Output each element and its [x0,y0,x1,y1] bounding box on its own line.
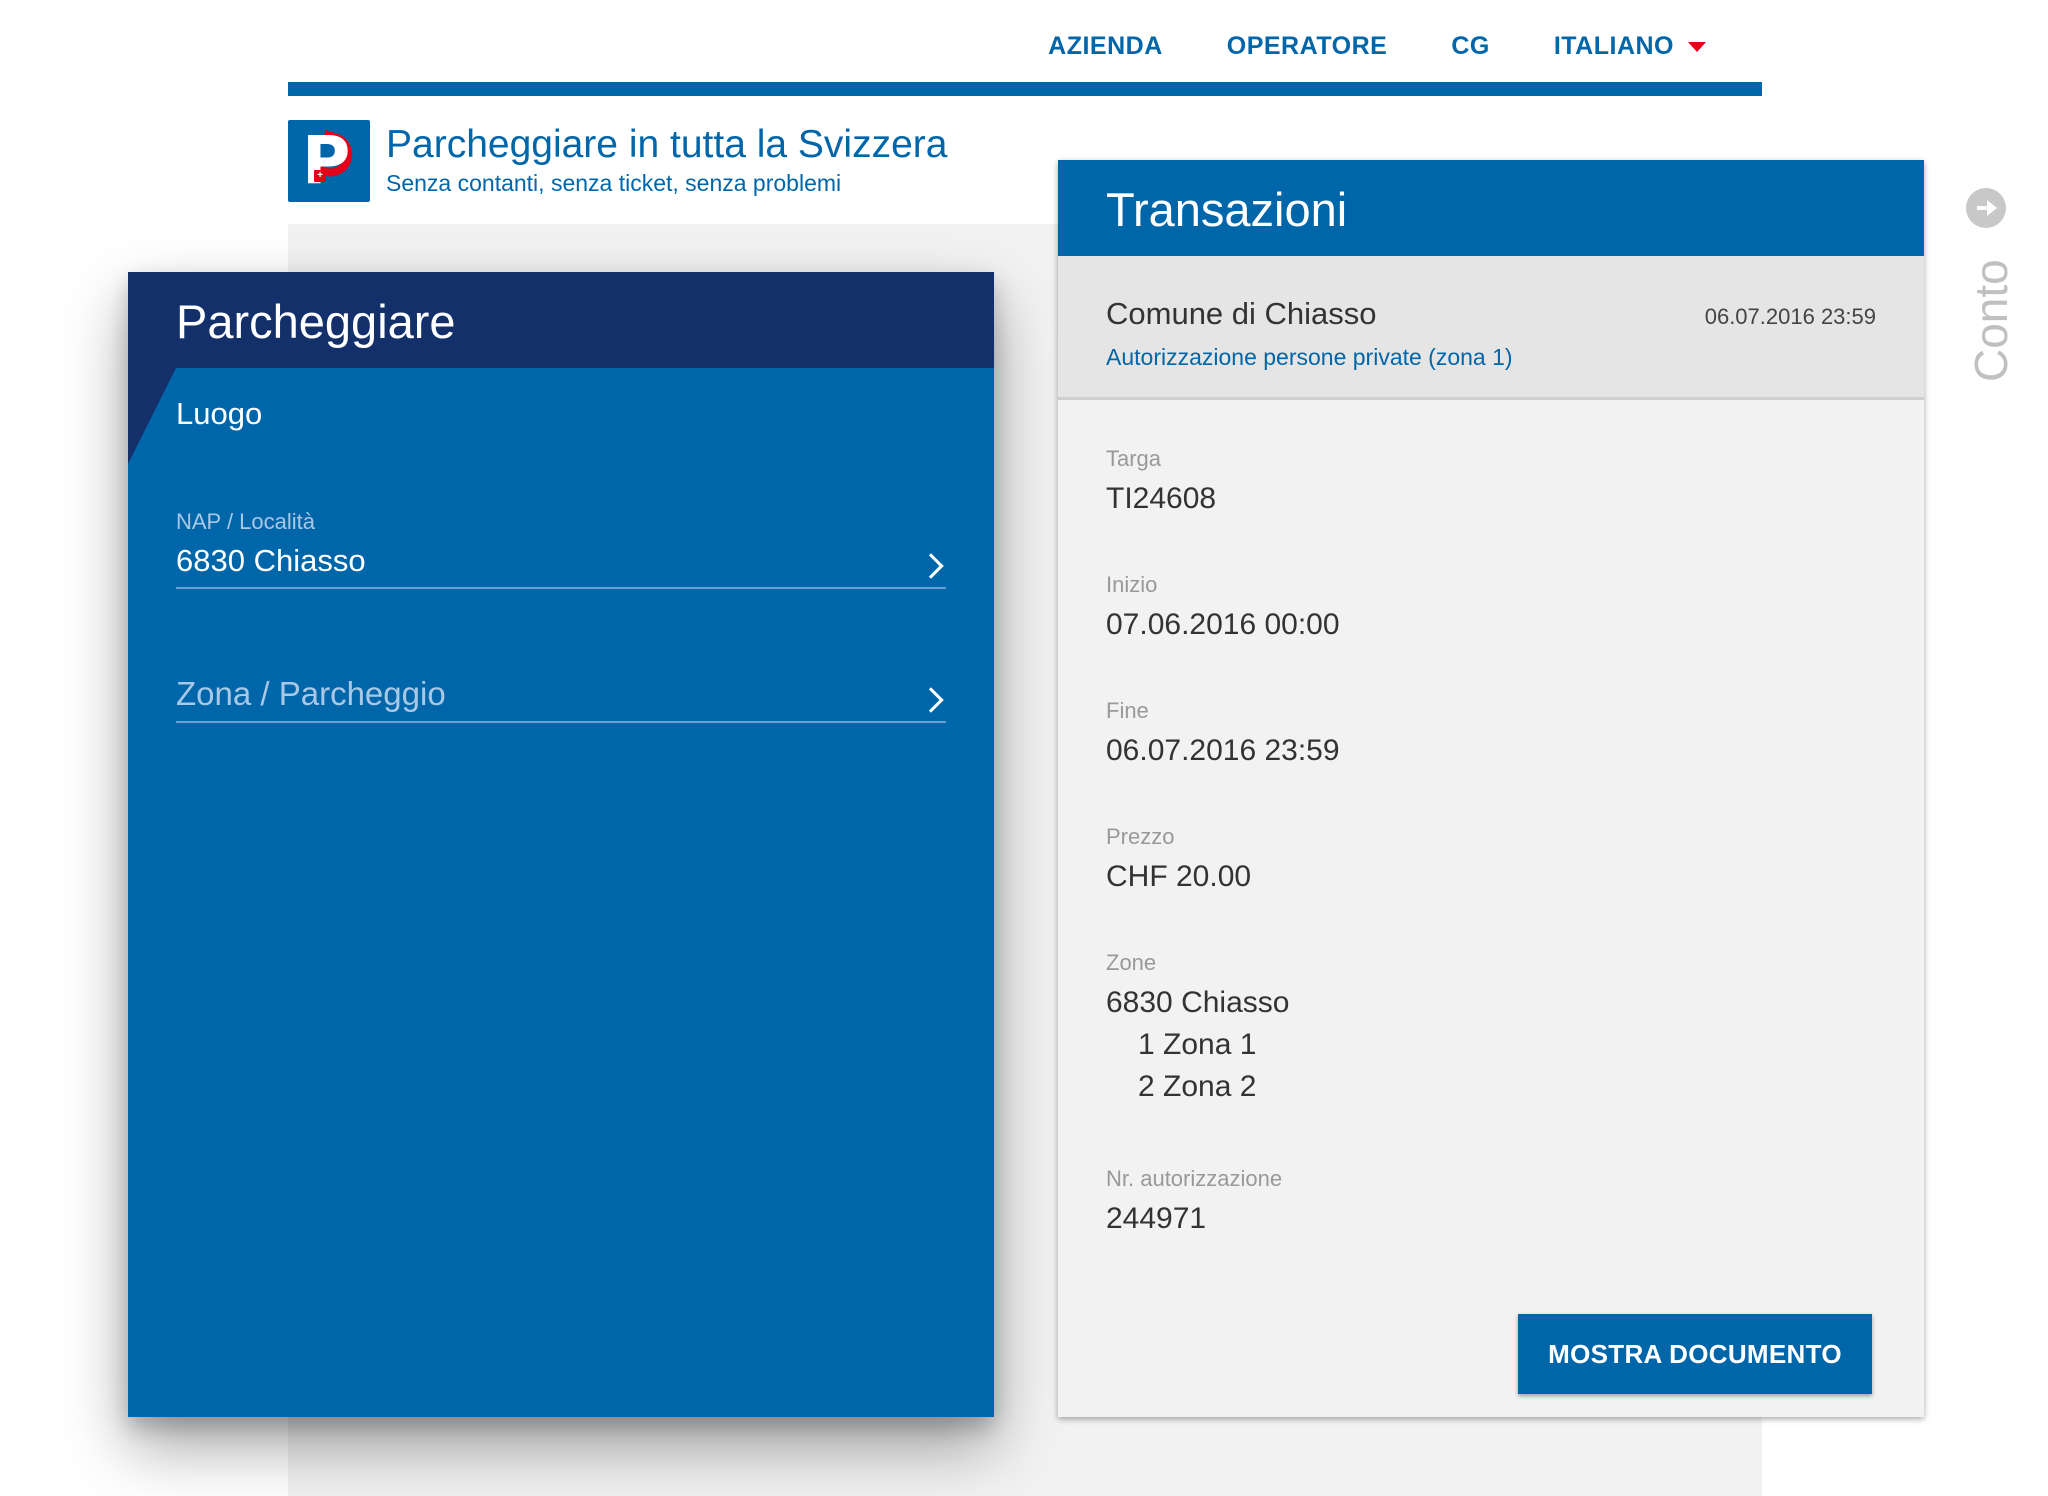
arrow-head [1987,200,1997,216]
nav-links: AZIENDA OPERATORE CG ITALIANO [1048,32,1706,61]
caret-down-icon [1688,41,1706,52]
brand-text: Parcheggiare in tutta la Svizzera Senza … [386,120,947,202]
language-label: ITALIANO [1553,32,1674,60]
language-selector[interactable]: ITALIANO [1554,32,1706,61]
nav-azienda[interactable]: AZIENDA [1048,32,1163,61]
account-tab[interactable]: Conto [1965,256,2017,386]
end-label: Fine [1106,698,1149,723]
zones-value: 6830 Chiasso [1106,986,1290,1019]
parking-title: Parcheggiare [128,272,994,368]
plate-value: TI24608 [1106,482,1217,515]
auth-value: 244971 [1106,1202,1207,1235]
detail-start: Inizio 07.06.2016 00:00 [1106,572,1806,642]
zone-item: 2 Zona 2 [1138,1070,1257,1103]
zones-label: Zone [1106,950,1157,975]
nav-operatore[interactable]: OPERATORE [1227,32,1388,61]
zone-placeholder: Zona / Parcheggio [176,675,446,712]
start-label: Inizio [1106,572,1158,597]
brand: P + Parcheggiare in tutta la Svizzera Se… [288,120,947,202]
parking-card: Parcheggiare Luogo NAP / Località 6830 C… [128,272,994,1417]
logo-letter-mark: P [302,122,351,199]
page: AZIENDA OPERATORE CG ITALIANO P + Parche… [0,0,2048,1496]
start-value: 07.06.2016 00:00 [1106,608,1340,641]
detail-end: Fine 06.07.2016 23:59 [1106,698,1806,768]
arrow-right-circle-icon[interactable] [1966,188,2006,228]
transaction-date: 06.07.2016 23:59 [1704,304,1876,329]
header-notch [128,368,176,464]
show-document-button[interactable]: MOSTRA DOCUMENTO [1518,1314,1872,1394]
transaction-summary[interactable]: Comune di Chiasso 06.07.2016 23:59 Autor… [1058,256,1924,400]
transactions-card: Transazioni Comune di Chiasso 06.07.2016… [1058,160,1924,1417]
plate-label: Targa [1106,446,1162,471]
top-navigation: AZIENDA OPERATORE CG ITALIANO [288,0,1762,96]
zone-item: 1 Zona 1 [1138,1028,1257,1061]
nav-cg[interactable]: CG [1451,32,1490,61]
detail-zones: Zone 6830 Chiasso 1 Zona 1 2 Zona 2 [1106,950,1806,1104]
brand-title: Parcheggiare in tutta la Svizzera [386,123,948,166]
detail-authorization: Nr. autorizzazione 244971 [1106,1166,1806,1236]
price-value: CHF 20.00 [1106,860,1252,893]
detail-plate: Targa TI24608 [1106,446,1806,516]
swiss-cross-icon: + [314,170,326,182]
detail-price: Prezzo CHF 20.00 [1106,824,1806,894]
transactions-title: Transazioni [1058,160,1924,256]
zone-field[interactable]: Zona / Parcheggio [176,675,946,723]
price-label: Prezzo [1106,824,1175,849]
transaction-product: Autorizzazione persone private (zona 1) [1106,344,1513,370]
location-label: NAP / Località [176,509,316,534]
location-value: 6830 Chiasso [176,543,366,578]
auth-label: Nr. autorizzazione [1106,1166,1283,1191]
parking-logo-icon[interactable]: P + [288,120,370,202]
brand-subtitle: Senza contanti, senza ticket, senza prob… [386,170,842,196]
end-value: 06.07.2016 23:59 [1106,734,1340,767]
location-field[interactable]: NAP / Località 6830 Chiasso [176,509,946,589]
section-luogo: Luogo [176,396,263,431]
